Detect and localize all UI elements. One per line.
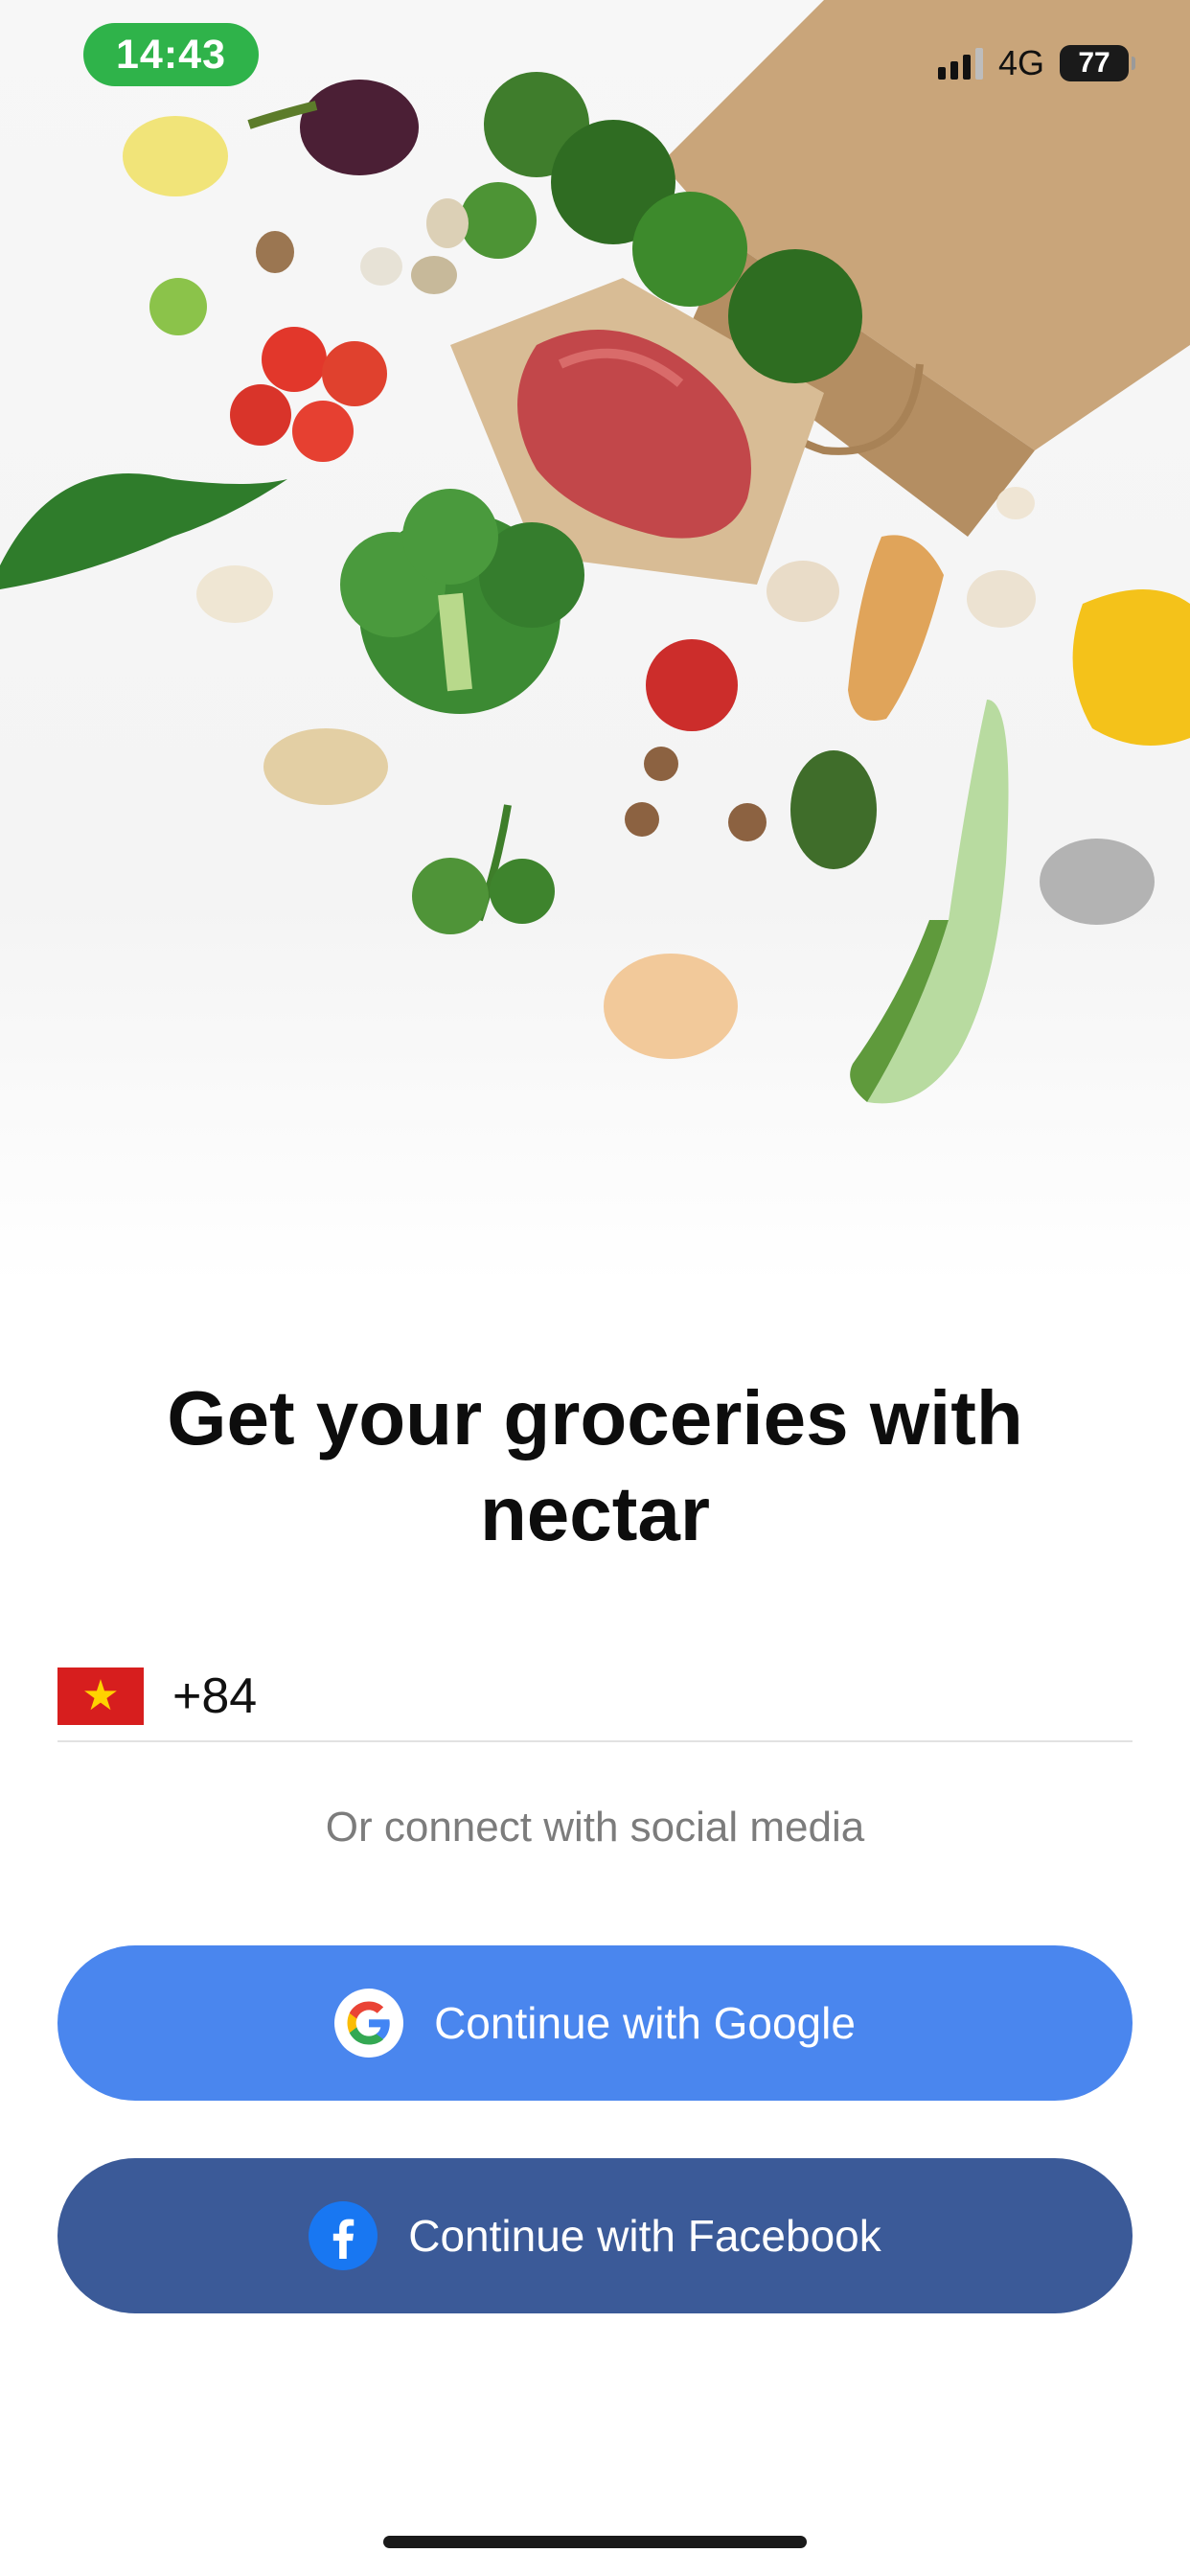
cellular-signal-icon: [937, 47, 983, 80]
page-title: Get your groceries with nectar: [167, 1375, 1023, 1556]
battery-level: 77: [1078, 47, 1110, 79]
status-bar: 14:43 4G 77: [0, 0, 1190, 115]
network-type: 4G: [997, 43, 1044, 82]
vietnam-flag-icon[interactable]: ★: [57, 1668, 144, 1725]
phone-number-field[interactable]: ★ +84: [57, 1650, 1133, 1742]
facebook-icon: [309, 2201, 378, 2270]
home-indicator[interactable]: [383, 2536, 807, 2548]
status-time: 14:43: [83, 23, 259, 86]
country-dial-code: +84: [172, 1668, 258, 1724]
google-icon: [334, 1989, 404, 2058]
phone-field-underline: [57, 1740, 1133, 1742]
groceries-illustration: [0, 0, 1190, 1104]
flag-star-icon: ★: [81, 1672, 120, 1719]
status-indicators: 4G 77: [937, 42, 1135, 84]
login-screen: 14:43 4G 77 Get your groceries with nect…: [0, 0, 1190, 2576]
social-connect-caption: Or connect with social media: [325, 1804, 865, 1851]
continue-with-facebook-button[interactable]: Continue with Facebook: [57, 2158, 1133, 2313]
continue-with-google-button[interactable]: Continue with Google: [57, 1945, 1133, 2101]
hero-illustration: [0, 0, 1190, 1284]
battery-icon: 77: [1060, 45, 1135, 81]
facebook-button-label: Continue with Facebook: [408, 2211, 881, 2261]
google-button-label: Continue with Google: [434, 1998, 856, 2048]
